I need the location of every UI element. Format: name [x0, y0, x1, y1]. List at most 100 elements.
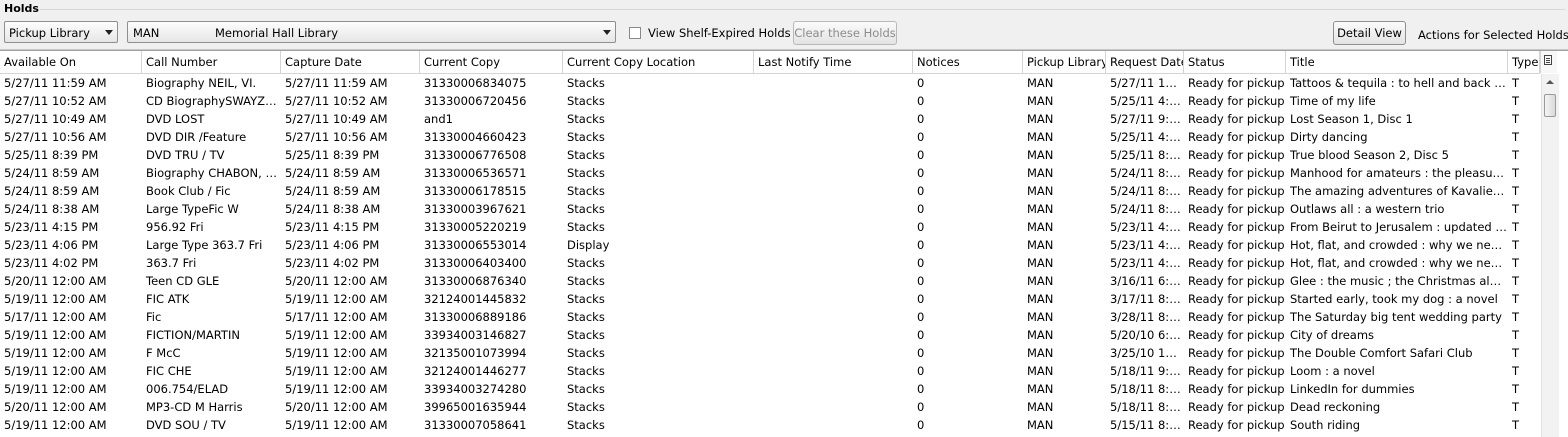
cell-call-number: MP3-CD M Harris — [146, 400, 243, 414]
cell-last-notify-time — [754, 362, 913, 380]
table-row[interactable]: 5/17/11 12:00 AM Fic 5/17/11 12:00 AM 31330… — [0, 308, 1540, 326]
column-current-copy[interactable]: Current Copy — [420, 51, 563, 73]
scrollbar-thumb[interactable] — [1544, 94, 1556, 117]
title-bar: Holds — [0, 0, 1568, 18]
cell-type: T — [1512, 130, 1520, 144]
cell-copy-location: Stacks — [567, 382, 605, 396]
cell-status: Ready for pickup — [1188, 418, 1285, 432]
column-current-copy-location[interactable]: Current Copy Location — [563, 51, 754, 73]
table-row[interactable]: 5/19/11 12:00 AM F McC 5/19/11 12:00 AM 321… — [0, 344, 1540, 362]
library-select[interactable]: MAN Memorial Hall Library — [127, 21, 616, 43]
cell-request-date: 5/23/11 4:14... — [1110, 220, 1184, 234]
pickup-library-dropdown[interactable]: Pickup Library — [4, 21, 118, 43]
cell-capture-date: 5/27/11 11:59 AM — [285, 76, 388, 90]
table-row[interactable]: 5/19/11 12:00 AM DVD SOU / TV 5/19/11 12:0… — [0, 416, 1540, 434]
view-shelf-expired-label[interactable]: View Shelf-Expired Holds — [648, 26, 791, 40]
column-pickup-library[interactable]: Pickup Library — [1023, 51, 1106, 73]
table-row[interactable]: 5/27/11 10:52 AM CD BiographySWAYZE, ... 5… — [0, 92, 1540, 110]
cell-notices: 0 — [917, 292, 925, 306]
cell-type: T — [1512, 76, 1520, 90]
cell-status: Ready for pickup — [1188, 94, 1285, 108]
cell-call-number: DVD LOST — [146, 112, 205, 126]
cell-available-on: 5/20/11 12:00 AM — [4, 274, 107, 288]
cell-type: T — [1512, 400, 1520, 414]
cell-request-date: 3/25/10 11:1... — [1110, 346, 1184, 360]
cell-type: T — [1512, 166, 1520, 180]
cell-current-copy: 32135001073994 — [424, 346, 527, 360]
cell-capture-date: 5/25/11 8:39 PM — [285, 148, 380, 162]
scroll-up-arrow-icon[interactable] — [1546, 80, 1554, 84]
cell-call-number: Biography CHABON, MI. — [146, 166, 281, 180]
cell-title: Outlaws all : a western trio — [1290, 202, 1445, 216]
cell-notices: 0 — [917, 256, 925, 270]
table-row[interactable]: 5/27/11 10:49 AM DVD LOST 5/27/11 10:49 AM… — [0, 110, 1540, 128]
cell-copy-location: Stacks — [567, 184, 605, 198]
cell-pickup-library: MAN — [1027, 112, 1054, 126]
table-row[interactable]: 5/23/11 4:02 PM 363.7 Fri 5/23/11 4:02 PM 3… — [0, 254, 1540, 272]
cell-last-notify-time — [754, 416, 913, 434]
table-row[interactable]: 5/19/11 12:00 AM FICTION/MARTIN 5/19/11 12… — [0, 326, 1540, 344]
view-shelf-expired-checkbox[interactable] — [629, 27, 641, 39]
table-row[interactable]: 5/20/11 12:00 AM Teen CD GLE 5/20/11 12:00… — [0, 272, 1540, 290]
cell-status: Ready for pickup — [1188, 310, 1285, 324]
cell-last-notify-time — [754, 128, 913, 146]
detail-view-button[interactable]: Detail View — [1333, 21, 1406, 45]
column-type[interactable]: Type — [1508, 51, 1540, 73]
column-picker-icon[interactable] — [1540, 51, 1557, 73]
cell-copy-location: Stacks — [567, 148, 605, 162]
column-status[interactable]: Status — [1184, 51, 1286, 73]
cell-notices: 0 — [917, 76, 925, 90]
cell-last-notify-time — [754, 236, 913, 254]
cell-call-number: Book Club / Fic — [146, 184, 231, 198]
column-request-date[interactable]: Request Date — [1106, 51, 1184, 73]
cell-request-date: 5/24/11 8:37... — [1110, 202, 1184, 216]
table-row[interactable]: 5/25/11 8:39 PM DVD TRU / TV 5/25/11 8:39 … — [0, 146, 1540, 164]
cell-current-copy: 31330006834075 — [424, 76, 527, 90]
column-capture-date[interactable]: Capture Date — [281, 51, 420, 73]
table-row[interactable]: 5/24/11 8:59 AM Biography CHABON, MI. 5/24… — [0, 164, 1540, 182]
table-row[interactable]: 5/19/11 12:00 AM FIC ATK 5/19/11 12:00 AM 3… — [0, 290, 1540, 308]
table-row[interactable]: 5/24/11 8:59 AM Book Club / Fic 5/24/11 8:… — [0, 182, 1540, 200]
cell-pickup-library: MAN — [1027, 346, 1054, 360]
table-row[interactable]: 5/23/11 4:06 PM Large Type 363.7 Fri 5/23/… — [0, 236, 1540, 254]
clear-holds-button[interactable]: Clear these Holds — [793, 21, 897, 45]
cell-copy-location: Stacks — [567, 400, 605, 414]
cell-capture-date: 5/20/11 12:00 AM — [285, 274, 388, 288]
cell-request-date: 5/23/11 4:02... — [1110, 256, 1184, 270]
cell-status: Ready for pickup — [1188, 202, 1285, 216]
table-row[interactable]: 5/27/11 11:59 AM Biography NEIL, VI. 5/27/… — [0, 74, 1540, 92]
cell-pickup-library: MAN — [1027, 256, 1054, 270]
cell-call-number: F McC — [146, 346, 181, 360]
column-last-notify-time[interactable]: Last Notify Time — [754, 51, 913, 73]
cell-status: Ready for pickup — [1188, 382, 1285, 396]
cell-title: South riding — [1290, 418, 1361, 432]
library-code: MAN — [133, 26, 160, 40]
cell-call-number: FICTION/MARTIN — [146, 328, 240, 342]
actions-for-selected-holds-menu[interactable]: Actions for Selected Holds — [1418, 28, 1568, 42]
column-available-on[interactable]: Available On — [0, 51, 142, 73]
cell-type: T — [1512, 112, 1520, 126]
table-row[interactable]: 5/24/11 8:38 AM Large TypeFic W 5/24/11 8:… — [0, 200, 1540, 218]
table-row[interactable]: 5/23/11 4:15 PM 956.92 Fri 5/23/11 4:15 PM… — [0, 218, 1540, 236]
cell-type: T — [1512, 310, 1520, 324]
vertical-scrollbar[interactable] — [1541, 74, 1559, 437]
column-call-number[interactable]: Call Number — [142, 51, 281, 73]
cell-pickup-library: MAN — [1027, 418, 1054, 432]
cell-type: T — [1512, 220, 1520, 234]
cell-call-number: FIC CHE — [146, 364, 192, 378]
table-row[interactable]: 5/19/11 12:00 AM 006.754/ELAD 5/19/11 12:0… — [0, 380, 1540, 398]
cell-status: Ready for pickup — [1188, 76, 1285, 90]
cell-available-on: 5/19/11 12:00 AM — [4, 292, 107, 306]
cell-title: LinkedIn for dummies — [1290, 382, 1415, 396]
table-row[interactable]: 5/20/11 12:00 AM MP3-CD M Harris 5/20/11 1… — [0, 398, 1540, 416]
table-row[interactable]: 5/27/11 10:56 AM DVD DIR /Feature 5/27/11 … — [0, 128, 1540, 146]
table-row[interactable]: 5/19/11 12:00 AM FIC CHE 5/19/11 12:00 AM 3… — [0, 362, 1540, 380]
column-notices[interactable]: Notices — [913, 51, 1023, 73]
cell-request-date: 5/23/11 4:06... — [1110, 238, 1184, 252]
cell-current-copy: and1 — [424, 112, 453, 126]
cell-request-date: 5/27/11 11:2... — [1110, 76, 1184, 90]
cell-available-on: 5/19/11 12:00 AM — [4, 418, 107, 432]
cell-title: Time of my life — [1290, 94, 1376, 108]
column-title[interactable]: Title — [1286, 51, 1508, 73]
cell-type: T — [1512, 346, 1520, 360]
